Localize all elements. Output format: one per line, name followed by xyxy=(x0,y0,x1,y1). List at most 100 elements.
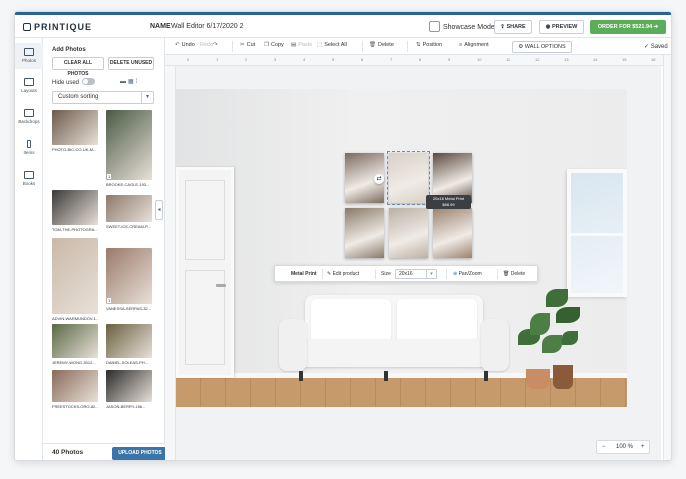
position-button[interactable]: ⇅ Position xyxy=(416,42,442,48)
vertical-scrollbar[interactable] xyxy=(663,55,671,460)
chevron-down-icon: ▾ xyxy=(141,92,153,103)
window xyxy=(567,169,627,297)
door xyxy=(176,167,234,378)
plant-pot xyxy=(553,365,573,389)
edit-product-button[interactable]: ✎ Edit product xyxy=(327,271,359,277)
top-bar: PRINTIQUE NAME Wall Editor 6/17/2020 2 S… xyxy=(15,12,671,38)
share-label: SHARE xyxy=(506,24,526,30)
size-label: Size xyxy=(381,271,391,277)
rail-item-items[interactable]: Items xyxy=(15,135,43,161)
undo-button[interactable]: ↶ Undo xyxy=(175,42,195,48)
view-large-icon[interactable]: ▬ xyxy=(120,79,128,85)
showcase-toggle[interactable]: Showcase Mode xyxy=(429,21,495,32)
photo-grid: PHOTO-BIC-CO-UK-M... 1 BROOKE-CAGLE-193...… xyxy=(52,110,158,441)
select-all-button[interactable]: ⬚ Select All xyxy=(317,42,347,48)
zoom-out-button[interactable]: − xyxy=(602,441,606,453)
alignment-button[interactable]: ≡ Alignment xyxy=(459,42,489,48)
photo-thumbnail[interactable]: JASON-BERRY-156... xyxy=(106,370,152,411)
photo-image xyxy=(52,238,98,314)
undo-icon: ↶ xyxy=(175,42,180,48)
view-toggle[interactable]: ▬▦⁞ xyxy=(120,78,139,85)
photo-thumbnail[interactable]: 1 BROOKE-CAGLE-193... xyxy=(106,110,152,189)
delete-unused-button[interactable]: DELETE UNUSED xyxy=(108,57,154,70)
pan-zoom-button[interactable]: ⊕ Pan/Zoom xyxy=(453,271,482,277)
swap-icon[interactable]: ⇄ xyxy=(374,174,384,184)
clear-all-photos-button[interactable]: CLEAR ALL PHOTOS xyxy=(52,57,104,77)
photo-image xyxy=(106,110,152,180)
ruler-tick: 9 xyxy=(448,57,451,62)
photo-caption: TOM-THE-PHOTOGRA... xyxy=(52,227,98,232)
photo-image xyxy=(52,370,98,402)
photo-caption: PHOTO-BIC-CO-UK-M... xyxy=(52,147,97,152)
rail-label: Books xyxy=(22,181,36,186)
ruler-tick: 6 xyxy=(361,57,364,62)
wall-photo-frame[interactable] xyxy=(389,208,428,258)
ruler-tick: 8 xyxy=(419,57,422,62)
view-medium-icon[interactable]: ▦ xyxy=(128,79,136,85)
photo-image xyxy=(52,324,98,358)
door-knob xyxy=(216,284,226,287)
rail-item-photos[interactable]: Photos xyxy=(15,43,43,69)
redo-icon: ↷ xyxy=(213,42,218,48)
paste-button[interactable]: ▤ Paste xyxy=(291,42,312,48)
photo-image xyxy=(106,248,152,304)
size-select[interactable]: 20x16 ▾ xyxy=(395,269,437,279)
photo-thumbnail[interactable]: JEREMY-WONG-3012... xyxy=(52,324,98,367)
check-icon: ✓ xyxy=(644,44,651,50)
rail-item-books[interactable]: Books xyxy=(15,166,43,192)
photo-count: 40 Photos xyxy=(52,449,84,456)
ruler-tick: 2 xyxy=(245,57,248,62)
vertical-ruler xyxy=(165,66,176,460)
toggle-switch[interactable] xyxy=(82,78,96,85)
preview-button[interactable]: ◉ PREVIEW xyxy=(539,20,584,34)
sort-select[interactable]: Custom sorting ▾ xyxy=(52,91,154,104)
ruler-tick: 16 xyxy=(651,57,656,62)
rail-label: Layouts xyxy=(21,88,37,93)
book-icon xyxy=(24,171,34,179)
wall-options-button[interactable]: ⚙ WALL OPTIONS xyxy=(512,41,572,53)
photo-thumbnail[interactable]: FREESTOCKS-ORG-82... xyxy=(52,370,98,411)
photo-thumbnail[interactable]: 1 VANESSA-SERPAS-32... xyxy=(106,248,152,313)
wall-photo-frame[interactable] xyxy=(345,208,384,258)
photo-caption: VANESSA-SERPAS-32... xyxy=(106,306,151,311)
ruler-tick: 5 xyxy=(332,57,335,62)
delete-product-button[interactable]: 🗑 Delete xyxy=(503,271,525,277)
ruler-tick: 12 xyxy=(535,57,540,62)
order-label: ORDER FOR $521.94 xyxy=(597,24,653,30)
trash-icon: 🗑 xyxy=(369,42,376,48)
photo-thumbnail[interactable]: SWEET-ICE-CREAM-P... xyxy=(106,195,152,231)
used-count-badge: 1 xyxy=(107,174,112,179)
photo-image xyxy=(52,110,98,145)
cut-button[interactable]: ✂ Cut xyxy=(240,42,255,48)
wall-photo-frame[interactable] xyxy=(433,208,472,258)
horizontal-ruler: 0 1 2 3 4 5 6 7 8 9 10 11 12 13 14 15 16 xyxy=(165,55,663,66)
photo-thumbnail[interactable]: ADVIN-WARMUNDOV-1... xyxy=(52,238,98,323)
rail-item-backdrops[interactable]: Backdrops xyxy=(15,104,43,130)
chevron-left-icon: ◂ xyxy=(157,207,161,213)
photo-thumbnail[interactable]: PHOTO-BIC-CO-UK-M... xyxy=(52,110,98,154)
ruler-tick: 11 xyxy=(506,57,511,62)
name-input[interactable]: Wall Editor 6/17/2020 2 xyxy=(171,23,244,30)
photo-thumbnail[interactable]: TOM-THE-PHOTOGRA... xyxy=(52,190,98,234)
logo: PRINTIQUE xyxy=(23,22,92,32)
collapse-panel-button[interactable]: ◂ xyxy=(155,200,163,220)
ruler-tick: 7 xyxy=(390,57,393,62)
view-small-icon[interactable]: ⁞ xyxy=(136,79,140,85)
hide-used-toggle[interactable]: Hide used xyxy=(52,78,96,86)
checkbox-icon[interactable] xyxy=(429,21,440,32)
redo-button[interactable]: Redo ↷ xyxy=(200,42,220,48)
panel-footer: 40 Photos UPLOAD PHOTOS xyxy=(43,443,168,460)
wall-photo-frame-selected[interactable] xyxy=(387,151,430,205)
upload-photos-button[interactable]: UPLOAD PHOTOS xyxy=(112,447,168,460)
paint-bucket-icon xyxy=(24,109,34,117)
share-button[interactable]: ⇪ SHARE xyxy=(494,20,532,34)
photo-thumbnail[interactable]: DANIEL-SOLEAS-PH... xyxy=(106,324,152,367)
photo-caption: BROOKE-CAGLE-193... xyxy=(106,182,150,187)
zoom-in-button[interactable]: + xyxy=(641,441,645,453)
delete-button[interactable]: 🗑 Delete xyxy=(369,42,394,48)
photo-image xyxy=(52,190,98,225)
copy-button[interactable]: ❐ Copy xyxy=(264,42,284,48)
sofa xyxy=(279,295,509,385)
order-button[interactable]: ORDER FOR $521.94 ➔ xyxy=(590,20,666,34)
rail-item-layouts[interactable]: Layouts xyxy=(15,73,43,99)
